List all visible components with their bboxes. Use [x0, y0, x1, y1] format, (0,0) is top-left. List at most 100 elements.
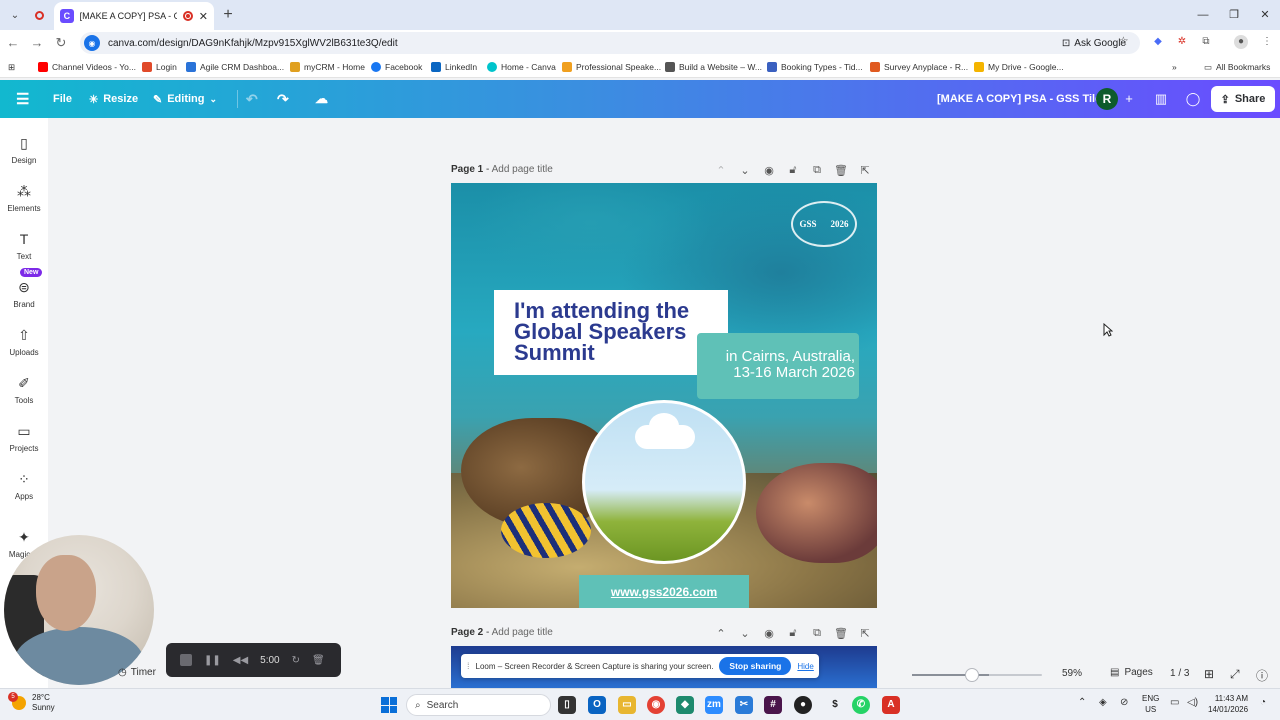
grid-view-icon[interactable]: ⊞: [1204, 667, 1214, 681]
dollar-app-icon[interactable]: $: [826, 696, 844, 714]
discard-trash-icon[interactable]: 🗑︎: [312, 655, 325, 666]
chrome-icon[interactable]: ◉: [647, 696, 665, 714]
network-off-icon[interactable]: ⊘: [1120, 697, 1128, 708]
volume-icon[interactable]: ◁): [1187, 697, 1198, 708]
notification-bell-icon[interactable]: ◔: [1260, 697, 1266, 708]
page-title-placeholder[interactable]: Add page title: [492, 627, 553, 638]
delete-trash-icon[interactable]: 🗑︎: [834, 164, 848, 180]
webcam-bubble[interactable]: [4, 535, 154, 685]
location-date-box[interactable]: in Cairns, Australia, 13-16 March 2026: [697, 333, 859, 399]
extension-icon[interactable]: ◆: [1151, 35, 1165, 49]
restart-icon[interactable]: ↻: [292, 655, 300, 666]
rewind-icon[interactable]: ◀◀: [233, 655, 248, 666]
hide-page-eye-icon[interactable]: ◉: [762, 627, 776, 643]
whatsapp-icon[interactable]: ✆: [852, 696, 870, 714]
page-1-label[interactable]: Page 1 - Add page title: [451, 164, 553, 175]
snipping-tool-icon[interactable]: ✂: [735, 696, 753, 714]
more-bookmarks-icon[interactable]: »: [1172, 60, 1177, 74]
help-icon[interactable]: ⓘ: [1256, 667, 1268, 684]
sidebar-item-apps[interactable]: ⁘ Apps: [0, 470, 48, 514]
comments-icon[interactable]: ◯: [1182, 89, 1204, 109]
bookmark-item[interactable]: Build a Website – W...: [665, 60, 762, 74]
bookmark-item[interactable]: Professional Speake...: [562, 60, 661, 74]
tab-search-icon[interactable]: ⌄: [4, 5, 26, 25]
undo-icon[interactable]: ↶: [246, 80, 258, 118]
photo-frame-circle[interactable]: [582, 400, 746, 564]
resize-button[interactable]: ✳ Resize: [89, 80, 138, 118]
page-title-placeholder[interactable]: Add page title: [492, 164, 553, 175]
slack-icon[interactable]: #: [764, 696, 782, 714]
zoom-icon[interactable]: zm: [705, 696, 723, 714]
weather-widget[interactable]: 5 28°C Sunny: [8, 692, 55, 713]
page-2-label[interactable]: Page 2 - Add page title: [451, 627, 553, 638]
obs-icon[interactable]: ●: [794, 696, 812, 714]
timer-button[interactable]: ◷ Timer: [118, 667, 156, 678]
duplicate-icon[interactable]: ⧉: [810, 164, 824, 180]
drag-handle-icon[interactable]: ⁞: [467, 661, 470, 671]
file-explorer-icon[interactable]: ▭: [618, 696, 636, 714]
sidebar-item-tools[interactable]: ✐ Tools: [0, 374, 48, 418]
address-bar[interactable]: ◉ canva.com/design/DAG9nKfahjk/Mzpv915Xg…: [80, 32, 1140, 54]
zoom-slider-thumb[interactable]: [965, 668, 979, 682]
sidebar-item-projects[interactable]: ▭ Projects: [0, 422, 48, 466]
reload-icon[interactable]: ↻: [52, 34, 70, 52]
system-clock[interactable]: 11:43 AM 14/01/2026: [1208, 693, 1248, 715]
bookmark-item[interactable]: Survey Anyplace - R...: [870, 60, 968, 74]
add-page-icon[interactable]: ⇱: [858, 627, 872, 643]
tab-close-icon[interactable]: ✕: [199, 10, 208, 23]
taskbar-search[interactable]: ⌕ Search: [406, 694, 551, 716]
back-icon[interactable]: ←: [4, 34, 22, 52]
hide-page-eye-icon[interactable]: ◉: [762, 164, 776, 180]
acrobat-icon[interactable]: A: [882, 696, 900, 714]
pages-button[interactable]: ▤ Pages: [1110, 667, 1153, 678]
bookmark-item[interactable]: Home - Canva: [487, 60, 556, 74]
insights-chart-icon[interactable]: ▥: [1150, 89, 1172, 109]
editing-mode-button[interactable]: ✎ Editing ⌄: [153, 80, 217, 118]
minimize-icon[interactable]: —: [1188, 6, 1218, 24]
share-button[interactable]: ⇪ Share: [1211, 86, 1275, 112]
extensions-puzzle-icon[interactable]: ⧉: [1199, 35, 1213, 49]
sidebar-item-elements[interactable]: ⁂ Elements: [0, 182, 48, 226]
move-down-icon[interactable]: ⌄: [738, 164, 752, 180]
gss-logo[interactable]: GSS 2026: [791, 201, 857, 247]
hamburger-menu-icon[interactable]: ☰: [16, 80, 29, 118]
headline-text-box[interactable]: I'm attending the Global Speakers Summit: [494, 290, 728, 375]
delete-trash-icon[interactable]: 🗑︎: [834, 627, 848, 643]
tab-canva-design[interactable]: C [MAKE A COPY] PSA - GSS ✕: [54, 2, 214, 30]
forward-icon[interactable]: →: [28, 34, 46, 52]
outlook-icon[interactable]: O: [588, 696, 606, 714]
duplicate-icon[interactable]: ⧉: [810, 627, 824, 643]
file-menu-button[interactable]: File: [53, 80, 72, 118]
stop-sharing-button[interactable]: Stop sharing: [719, 657, 792, 675]
url-text[interactable]: canva.com/design/DAG9nKfahjk/Mzpv915XglW…: [108, 38, 398, 49]
task-view-icon[interactable]: ▯: [558, 696, 576, 714]
bookmark-item[interactable]: Agile CRM Dashboa...: [186, 60, 284, 74]
lock-icon[interactable]: 🔓︎: [786, 164, 800, 180]
display-icon[interactable]: ▭: [1170, 697, 1179, 708]
move-up-icon[interactable]: ⌃: [714, 164, 728, 180]
hide-link[interactable]: Hide: [797, 662, 813, 671]
loom-extension-icon[interactable]: ✲: [1175, 35, 1189, 49]
fullscreen-icon[interactable]: ⤢: [1230, 667, 1240, 682]
bookmark-item[interactable]: Channel Videos - Yo...: [38, 60, 136, 74]
redo-icon[interactable]: ↷: [277, 80, 289, 118]
app-icon[interactable]: ◆: [676, 696, 694, 714]
all-bookmarks-button[interactable]: ▭ All Bookmarks: [1204, 60, 1270, 74]
add-collaborator-icon[interactable]: +: [1118, 89, 1140, 109]
pause-icon[interactable]: ❚❚: [204, 655, 221, 666]
move-up-icon[interactable]: ⌃: [714, 627, 728, 643]
windows-start-icon[interactable]: [381, 697, 397, 713]
window-close-icon[interactable]: ✕: [1250, 6, 1280, 24]
move-down-icon[interactable]: ⌄: [738, 627, 752, 643]
language-indicator[interactable]: ENG US: [1142, 693, 1159, 715]
sidebar-item-brand[interactable]: ⊜ Brand: [0, 278, 48, 322]
bookmark-item[interactable]: Booking Types - Tid...: [767, 60, 863, 74]
bookmark-item[interactable]: Facebook: [371, 60, 422, 74]
new-tab-button[interactable]: +: [218, 5, 238, 25]
cloud-saved-icon[interactable]: ☁: [315, 80, 328, 118]
recording-indicator-icon[interactable]: [28, 5, 50, 25]
tray-chevron-icon[interactable]: ⌃: [1078, 697, 1086, 708]
zoom-value[interactable]: 59%: [1062, 668, 1082, 679]
profile-avatar-icon[interactable]: ●: [1234, 35, 1248, 49]
website-link-box[interactable]: www.gss2026.com: [579, 575, 749, 608]
